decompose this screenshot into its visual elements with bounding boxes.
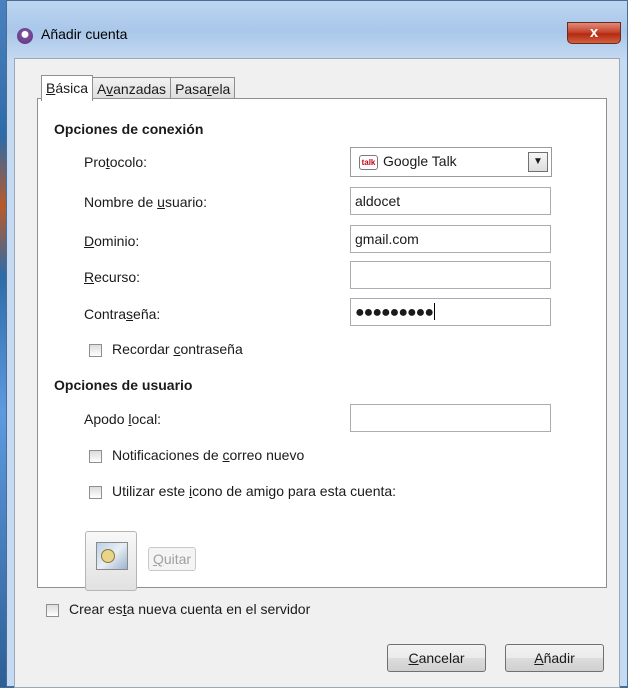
basic-tab-panel: Opciones de conexión Protocolo: talk Goo… xyxy=(37,98,607,588)
dialog-window: Añadir cuenta x Básica Avanzadas Pasarel… xyxy=(6,0,628,688)
buddy-icon-checkbox[interactable] xyxy=(89,486,102,499)
alias-field[interactable] xyxy=(350,404,551,432)
pidgin-app-icon xyxy=(17,28,33,44)
buddy-icon-label[interactable]: Utilizar este icono de amigo para esta c… xyxy=(112,483,396,499)
remove-icon-button: Quitar xyxy=(148,547,196,571)
domain-field[interactable]: gmail.com xyxy=(350,225,551,253)
add-button[interactable]: Añadir xyxy=(505,644,604,672)
protocol-label: Protocolo: xyxy=(84,154,148,170)
text-caret xyxy=(433,303,435,320)
google-talk-icon: talk xyxy=(359,155,378,170)
create-account-checkbox[interactable] xyxy=(46,604,59,617)
tab-basica[interactable]: Básica xyxy=(41,75,94,101)
tab-label: Pasa xyxy=(175,81,207,97)
remember-password-checkbox[interactable] xyxy=(89,344,102,357)
tab-label: anzadas xyxy=(113,81,167,97)
tab-label: ela xyxy=(211,81,231,97)
user-options-heading: Opciones de usuario xyxy=(54,377,193,393)
window-title: Añadir cuenta xyxy=(41,26,128,42)
tab-mnemonic: B xyxy=(46,80,56,96)
remember-password-label[interactable]: Recordar contraseña xyxy=(112,341,243,357)
resource-label: Recurso: xyxy=(84,269,141,285)
protocol-dropdown[interactable]: talk Google Talk ▼ xyxy=(350,147,552,177)
tab-pasarela[interactable]: Pasarela xyxy=(170,77,236,100)
password-label: Contraseña: xyxy=(84,306,161,322)
close-button[interactable]: x xyxy=(567,22,621,44)
resource-field[interactable] xyxy=(350,261,551,289)
username-label: Nombre de usuario: xyxy=(84,194,207,210)
dialog-client: Básica Avanzadas Pasarela Opciones de co… xyxy=(14,58,620,688)
mail-notify-label[interactable]: Notificaciones de correo nuevo xyxy=(112,447,304,463)
tab-strip: Básica Avanzadas Pasarela xyxy=(41,75,236,101)
username-field[interactable]: aldocet xyxy=(350,187,551,215)
mail-notify-checkbox[interactable] xyxy=(89,450,102,463)
alias-label: Apodo local: xyxy=(84,411,162,427)
buddy-icon-button[interactable] xyxy=(85,531,137,591)
tab-label: ásica xyxy=(55,80,89,96)
chevron-down-icon[interactable]: ▼ xyxy=(528,152,548,172)
create-account-label[interactable]: Crear esta nueva cuenta en el servidor xyxy=(69,601,310,617)
cancel-button[interactable]: Cancelar xyxy=(387,644,486,672)
tab-label: A xyxy=(97,81,107,97)
connection-options-heading: Opciones de conexión xyxy=(54,121,204,137)
domain-label: Dominio: xyxy=(84,233,140,249)
title-bar[interactable]: Añadir cuenta x xyxy=(7,1,627,59)
protocol-value: Google Talk xyxy=(383,153,457,169)
tab-avanzadas[interactable]: Avanzadas xyxy=(92,77,172,100)
password-mask: ●●●●●●●●● xyxy=(355,304,434,321)
image-icon xyxy=(96,542,128,570)
password-field[interactable]: ●●●●●●●●● xyxy=(350,298,551,326)
